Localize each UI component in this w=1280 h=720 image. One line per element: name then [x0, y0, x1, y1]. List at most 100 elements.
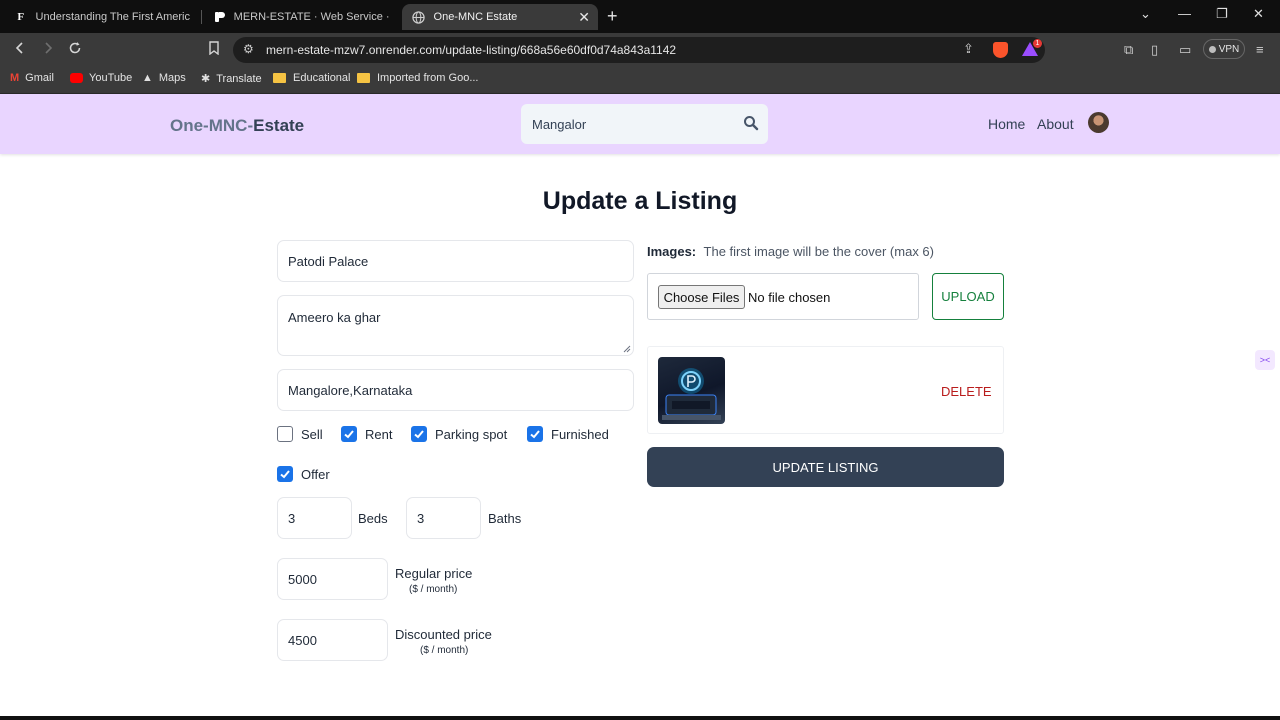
browser-tab-bar: F Understanding The First American Fi ME…: [0, 0, 1280, 33]
update-listing-button[interactable]: UPDATE LISTING: [647, 447, 1004, 487]
images-hint: The first image will be the cover (max 6…: [703, 244, 934, 259]
rewards-badge: 1: [1033, 39, 1042, 48]
beds-label: Beds: [358, 511, 388, 526]
maximize-icon[interactable]: ❐: [1216, 6, 1228, 22]
page-title: Update a Listing: [542, 187, 738, 215]
baths-label: Baths: [488, 511, 522, 526]
images-label-title: Images:: [647, 244, 697, 259]
search-value: Mangalor: [532, 117, 587, 132]
checkmark-icon[interactable]: [411, 426, 427, 442]
images-label: Images: The first image will be the cove…: [647, 244, 934, 259]
logo-part-2: Estate: [253, 116, 305, 135]
checkmark-icon[interactable]: [527, 426, 543, 442]
folder-icon: [273, 73, 286, 83]
floating-extension-icon[interactable]: ><: [1255, 350, 1275, 370]
bookmarks-bar: M Gmail YouTube ▲ Maps ✱ Translate Educa…: [0, 66, 1280, 94]
bookmark-label: Imported from Goo...: [377, 72, 479, 84]
new-tab-plus-icon[interactable]: +: [607, 6, 618, 27]
bookmark-label: Educational: [293, 72, 351, 84]
checkbox-label: Parking spot: [435, 426, 508, 442]
site-header: One-MNC-Estate Mangalor Home About: [0, 94, 1280, 154]
file-input[interactable]: Choose Files No file chosen: [647, 273, 919, 320]
bookmark-label: Translate: [216, 72, 262, 85]
tab-one-mnc-estate[interactable]: One-MNC Estate ✕: [402, 4, 598, 30]
close-window-icon[interactable]: ✕: [1253, 6, 1264, 22]
extensions-icon[interactable]: ⧉: [1124, 42, 1133, 58]
listing-image-thumbnail: [658, 357, 725, 424]
tab-search-chevron-icon[interactable]: ⌄: [1140, 6, 1151, 22]
regular-price-input[interactable]: 5000: [277, 558, 388, 600]
bookmark-label: YouTube: [89, 72, 133, 84]
tab-title: Understanding The First American Fi: [35, 11, 190, 23]
checkbox-label: Furnished: [551, 426, 609, 442]
name-input[interactable]: Patodi Palace: [277, 240, 634, 282]
nav-home-link[interactable]: Home: [988, 116, 1025, 132]
bookmark-maps[interactable]: ▲ Maps: [142, 72, 186, 84]
checkmark-icon[interactable]: [341, 426, 357, 442]
tab-title: One-MNC Estate: [433, 11, 518, 23]
bookmark-label: Gmail: [25, 72, 54, 84]
menu-icon[interactable]: ≡: [1256, 42, 1264, 57]
taskbar-edge: [0, 716, 1280, 720]
back-icon[interactable]: [14, 41, 26, 59]
logo-part-1: One-MNC-: [170, 116, 254, 135]
checkbox-label: Rent: [365, 426, 393, 442]
baths-input[interactable]: 3: [406, 497, 481, 539]
discounted-price-label: Discounted price: [395, 627, 492, 642]
checkmark-icon[interactable]: [277, 466, 293, 482]
globe-icon: [412, 10, 426, 24]
checkbox-offer[interactable]: Offer: [277, 466, 330, 482]
gmail-icon: M: [10, 72, 20, 84]
bookmark-gmail[interactable]: M Gmail: [10, 72, 54, 84]
discounted-price-input[interactable]: 4500: [277, 619, 388, 661]
discounted-price-unit: ($ / month): [420, 645, 469, 656]
description-value: Ameero ka ghar: [288, 310, 381, 325]
close-tab-icon[interactable]: ✕: [578, 9, 590, 26]
vpn-button[interactable]: VPN: [1203, 39, 1245, 59]
site-settings-icon[interactable]: ⚙: [243, 42, 254, 56]
profile-avatar[interactable]: [1088, 112, 1109, 133]
beds-input[interactable]: 3: [277, 497, 352, 539]
tab-understanding[interactable]: F Understanding The First American Fi: [4, 4, 200, 30]
regular-price-label: Regular price: [395, 566, 473, 581]
upload-button[interactable]: UPLOAD: [932, 273, 1004, 320]
brave-shields-icon[interactable]: [993, 42, 1008, 58]
delete-image-button[interactable]: DELETE: [941, 384, 992, 399]
choose-files-button[interactable]: Choose Files: [658, 285, 745, 309]
address-input[interactable]: Mangalore,Karnataka: [277, 369, 634, 411]
checkbox-parking[interactable]: Parking spot: [411, 426, 507, 442]
checkbox-furnished[interactable]: Furnished: [527, 426, 609, 442]
url-text: mern-estate-mzw7.onrender.com/update-lis…: [266, 43, 677, 57]
bookmark-label: Maps: [158, 72, 186, 84]
description-textarea[interactable]: Ameero ka ghar: [277, 295, 634, 356]
forward-icon[interactable]: [42, 41, 54, 59]
site-logo[interactable]: One-MNC-Estate: [170, 116, 304, 136]
minimize-icon[interactable]: —: [1178, 6, 1191, 21]
bookmark-folder-educational[interactable]: Educational: [273, 72, 351, 84]
search-input[interactable]: Mangalor: [521, 104, 768, 144]
bookmark-icon[interactable]: [208, 41, 220, 59]
resize-handle-icon[interactable]: [623, 345, 631, 353]
bookmark-folder-imported[interactable]: Imported from Goo...: [357, 72, 478, 84]
maps-icon: ▲: [142, 72, 153, 84]
url-bar[interactable]: ⚙ mern-estate-mzw7.onrender.com/update-l…: [233, 37, 1045, 63]
checkbox-rent[interactable]: Rent: [341, 426, 392, 442]
checkbox-sell[interactable]: Sell: [277, 426, 323, 442]
wallet-icon[interactable]: ▭: [1179, 42, 1191, 58]
search-icon[interactable]: [743, 115, 759, 131]
checkbox-unchecked-icon[interactable]: [277, 426, 293, 442]
no-file-chosen-text: No file chosen: [748, 290, 831, 305]
address-toolbar: ⚙ mern-estate-mzw7.onrender.com/update-l…: [0, 33, 1280, 66]
vpn-status-icon: [1208, 45, 1216, 53]
tab-favicon-f-icon: F: [17, 11, 25, 23]
share-icon[interactable]: ⇪: [963, 41, 974, 57]
sidebar-icon[interactable]: ▯: [1151, 42, 1158, 58]
brave-rewards-icon[interactable]: 1: [1022, 39, 1042, 57]
bookmark-youtube[interactable]: YouTube: [70, 72, 132, 84]
bookmark-translate[interactable]: ✱ Translate: [201, 72, 262, 86]
nav-about-link[interactable]: About: [1037, 116, 1074, 132]
reload-icon[interactable]: [68, 41, 82, 59]
tab-title: MERN-ESTATE · Web Service · Rend: [233, 11, 390, 23]
tab-mern-estate[interactable]: MERN-ESTATE · Web Service · Rend: [202, 4, 400, 30]
uploaded-image-row: DELETE: [647, 346, 1004, 434]
